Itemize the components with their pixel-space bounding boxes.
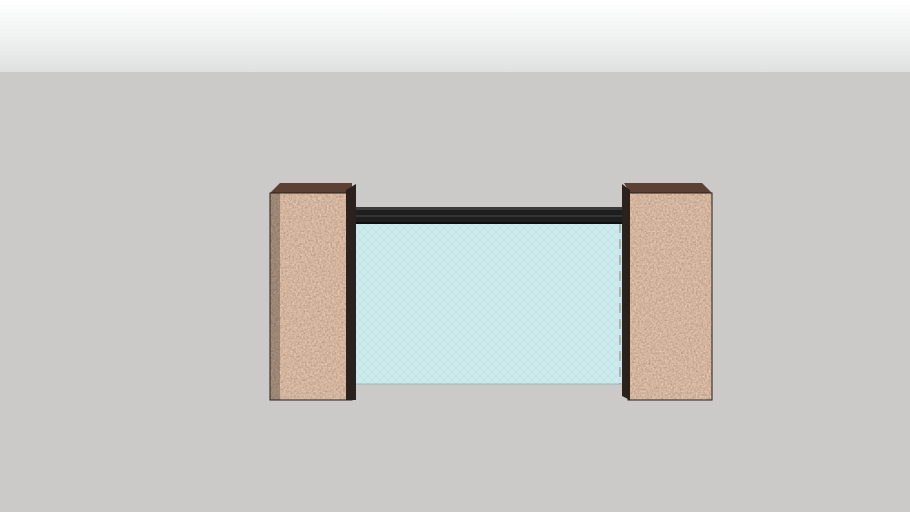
top-rail [348,207,632,224]
sketchup-viewport[interactable] [0,0,910,512]
left-pillar [269,183,356,401]
right-pillar [622,183,713,401]
glass-panel [351,222,625,385]
model-canvas [269,183,713,401]
